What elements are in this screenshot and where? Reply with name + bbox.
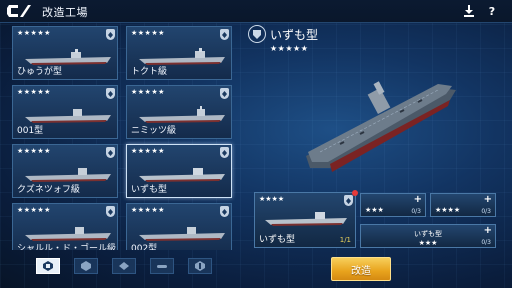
slot-count: 0/3 [411,208,421,215]
destroyer-icon [81,261,91,271]
material-slot-4star[interactable]: ★★★★ + 0/3 [430,193,496,217]
ship-card-selected[interactable]: ★★★★★ いずも型 [126,144,232,198]
ship-name: 002型 [131,244,158,250]
class-badge-icon [106,29,115,40]
ship-stars: ★★★★★ [17,29,51,37]
ship-stars: ★★★★★ [17,206,51,214]
carrier-icon [43,261,53,271]
detail-ship-stars: ★★★★★ [270,44,309,53]
ship-card[interactable]: ★★★★★ トクト級 [126,26,232,80]
ship-card[interactable]: ★★★★★ 001型 [12,85,118,139]
ship-card[interactable]: ★★★★★ クズネツォフ級 [12,144,118,198]
add-icon: + [413,194,422,205]
material-ship-card[interactable]: ★★★★ いずも型 1/1 [254,190,358,248]
remodel-button[interactable]: 改造 [331,257,391,281]
ship-stars: ★★★★★ [131,88,165,96]
class-badge-icon [106,147,115,158]
ship-name: クズネツォフ級 [17,185,80,195]
detail-class-badge [248,25,266,43]
download-icon [464,5,474,17]
material-slot-named[interactable]: いずも型 ★★★ + 0/3 [360,224,496,248]
ship-card[interactable]: ★★★★★ シャルル・ド・ゴール級 [12,203,118,250]
back-logo-icon [7,5,31,17]
ship-stars: ★★★★★ [131,29,165,37]
ship-card[interactable]: ★★★★★ ニミッツ級 [126,85,232,139]
tab-submarine[interactable] [150,258,174,274]
ship-list: ★★★★★ ひゅうが型 ★★★★★ トクト級 ★★★★★ 001型 ★★★★★ … [8,24,236,250]
slot-stars: ★★★ [365,206,384,214]
ship-stars: ★★★★★ [131,206,165,214]
material-stars: ★★★★ [259,195,285,203]
download-button[interactable] [461,3,477,19]
ship-stars: ★★★★★ [17,147,51,155]
carrier-model-image [306,81,456,172]
ship-name: いずも型 [131,185,168,195]
class-badge-icon [344,195,353,206]
class-badge-icon [106,206,115,217]
slot-stars: ★★★★ [435,206,461,214]
ship-name: シャルル・ド・ゴール級 [17,244,117,250]
ship-card[interactable]: ★★★★★ 002型 [126,203,232,250]
ship-name: トクト級 [131,67,168,77]
frigate-icon [195,261,205,271]
tab-cruiser[interactable] [112,258,136,274]
material-count: 1/1 [339,236,351,244]
add-icon: + [483,194,492,205]
notification-dot [352,190,358,196]
cruiser-icon [119,262,129,270]
material-slot-3star[interactable]: ★★★ + 0/3 [360,193,426,217]
tab-destroyer[interactable] [74,258,98,274]
ship-stars: ★★★★★ [17,88,51,96]
top-bar: 改造工場 ? [0,0,512,23]
submarine-icon [157,265,167,268]
help-button[interactable]: ? [484,3,500,19]
class-badge-icon [220,206,229,217]
ship-type-tabs [28,256,222,276]
class-badge-icon [220,147,229,158]
screen-title: 改造工場 [42,6,88,19]
detail-ship-name: いずも型 [270,28,319,42]
carrier-class-icon [253,30,261,39]
tab-carrier[interactable] [36,258,60,274]
slot-stars: ★★★ [418,239,438,247]
add-icon: + [483,225,492,236]
material-ship-name: いずも型 [259,235,296,245]
back-button[interactable] [4,2,34,20]
ship-silhouette-icon [265,212,347,226]
slot-count: 0/3 [481,208,491,215]
ship-card[interactable]: ★★★★★ ひゅうが型 [12,26,118,80]
tab-frigate[interactable] [188,258,212,274]
class-badge-icon [220,88,229,99]
class-badge-icon [220,29,229,40]
ship-name: ひゅうが型 [17,67,63,77]
ship-name: ニミッツ級 [131,126,177,136]
class-badge-icon [106,88,115,99]
ship-stars: ★★★★★ [131,147,165,155]
slot-count: 0/3 [481,239,491,246]
slot-ship-name: いずも型 [414,230,442,238]
ship-name: 001型 [17,126,44,136]
